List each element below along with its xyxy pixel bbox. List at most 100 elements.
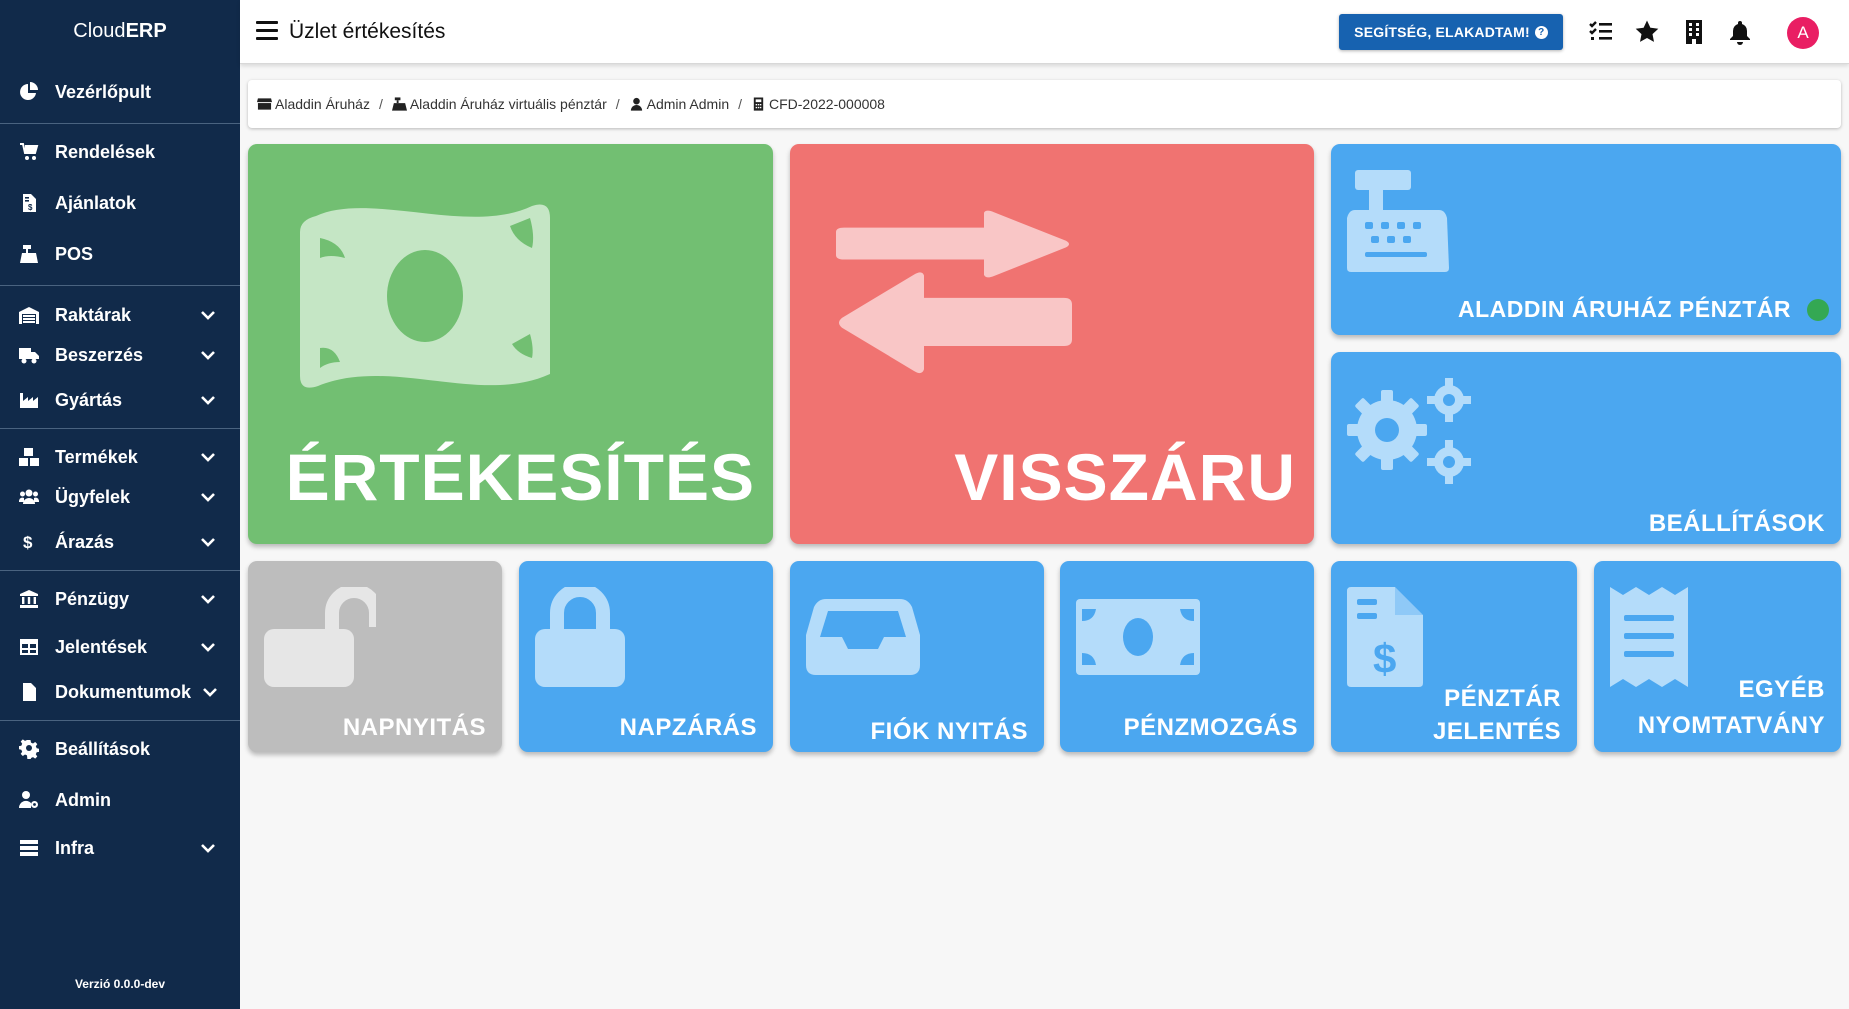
tile-other-print-label: EGYÉB NYOMTATVÁNY [1637, 676, 1825, 739]
warehouse-icon [18, 304, 40, 326]
shopping-cart-icon [18, 141, 40, 163]
chevron-down-icon [200, 307, 216, 323]
breadcrumb-item-document[interactable]: CFD-2022-000008 [751, 96, 885, 112]
tile-register-label: ALADDIN ÁRUHÁZ PÉNZTÁR [1458, 295, 1791, 322]
sidebar-item-warehouses[interactable]: Raktárak [0, 295, 240, 335]
file-icon [18, 681, 40, 703]
sidebar: Cloud ERP Vezérlőpult Rendelések $ Ajánla… [0, 0, 240, 1009]
breadcrumb: Aladdin Áruház / Aladdin Áruház virtuáli… [248, 80, 1841, 128]
user-avatar[interactable]: A [1787, 17, 1819, 49]
cogs-icon [1347, 378, 1471, 484]
tile-day-close-label: NAPZÁRÁS [619, 713, 757, 741]
status-online-indicator [1807, 299, 1829, 321]
server-icon [18, 837, 40, 859]
breadcrumb-item-store[interactable]: Aladdin Áruház [257, 96, 370, 112]
tile-other-print[interactable]: EGYÉB NYOMTATVÁNY [1594, 561, 1841, 752]
tile-day-close[interactable]: NAPZÁRÁS [519, 561, 773, 752]
sidebar-item-settings[interactable]: Beállítások [0, 729, 240, 769]
store-icon [257, 98, 272, 110]
sidebar-item-orders[interactable]: Rendelések [0, 132, 240, 172]
cash-register-icon [18, 243, 40, 265]
bank-icon [18, 588, 40, 610]
sidebar-item-quotes[interactable]: $ Ajánlatok [0, 183, 240, 223]
sidebar-item-manufacturing[interactable]: Gyártás [0, 380, 240, 420]
sidebar-divider [0, 428, 240, 429]
hamburger-menu-icon[interactable] [256, 21, 278, 41]
table-icon [18, 636, 40, 658]
tile-register-report-label: PÉNZTÁR JELENTÉS [1432, 685, 1561, 745]
building-icon[interactable] [1681, 19, 1707, 45]
breadcrumb-separator: / [738, 96, 742, 112]
app-brand[interactable]: Cloud ERP [0, 0, 240, 62]
users-icon [18, 486, 40, 508]
exchange-arrows-icon [836, 210, 1072, 374]
cash-register-icon [391, 97, 407, 111]
boxes-icon [18, 446, 40, 468]
sidebar-item-reports[interactable]: Jelentések [0, 627, 240, 667]
sidebar-item-admin[interactable]: Admin [0, 780, 240, 820]
lock-icon [535, 587, 625, 687]
invoice-icon: $ [18, 192, 40, 214]
tile-refund[interactable]: VISSZÁRU [790, 144, 1314, 544]
chevron-down-icon [200, 591, 216, 607]
svg-text:$: $ [23, 533, 33, 552]
truck-icon [18, 344, 40, 366]
tile-settings-label: BEÁLLÍTÁSOK [1648, 509, 1825, 537]
chevron-down-icon [202, 684, 218, 700]
tile-register[interactable]: ALADDIN ÁRUHÁZ PÉNZTÁR [1331, 144, 1841, 335]
tile-day-open[interactable]: NAPNYITÁS [248, 561, 502, 752]
top-bar: Üzlet értékesítés SEGÍTSÉG, ELAKADTAM! ?… [240, 0, 1849, 64]
tile-settings[interactable]: BEÁLLÍTÁSOK [1331, 352, 1841, 544]
chevron-down-icon [200, 449, 216, 465]
bell-icon[interactable] [1727, 19, 1753, 45]
tile-sale[interactable]: ÉRTÉKESÍTÉS [248, 144, 773, 544]
money-bill-wave-icon [300, 204, 550, 388]
sidebar-item-finance[interactable]: Pénzügy [0, 579, 240, 619]
chevron-down-icon [200, 639, 216, 655]
tile-drawer-open-label: FIÓK NYITÁS [870, 717, 1028, 745]
sidebar-divider [0, 720, 240, 721]
sidebar-item-dashboard[interactable]: Vezérlőpult [0, 72, 240, 112]
star-icon[interactable] [1634, 19, 1660, 45]
cash-register-icon [1347, 170, 1449, 272]
sidebar-divider [0, 285, 240, 286]
tile-cash-movement-label: PÉNZMOZGÁS [1123, 713, 1298, 741]
sidebar-item-procurement[interactable]: Beszerzés [0, 335, 240, 375]
chevron-down-icon [200, 392, 216, 408]
user-icon [630, 97, 642, 111]
svg-text:$: $ [1373, 635, 1396, 682]
sidebar-divider [0, 123, 240, 124]
tile-sale-label: ÉRTÉKESÍTÉS [285, 439, 755, 514]
question-circle-icon: ? [1534, 25, 1548, 39]
sidebar-item-customers[interactable]: Ügyfelek [0, 477, 240, 517]
gear-icon [18, 738, 40, 760]
sidebar-item-infra[interactable]: Infra [0, 828, 240, 868]
file-invoice-dollar-icon: $ [1347, 587, 1423, 687]
sidebar-item-products[interactable]: Termékek [0, 437, 240, 477]
user-cog-icon [18, 789, 40, 811]
breadcrumb-separator: / [615, 96, 620, 112]
sidebar-item-pos[interactable]: POS [0, 234, 240, 274]
chevron-down-icon [200, 840, 216, 856]
sidebar-item-pricing[interactable]: $ Árazás [0, 522, 240, 562]
breadcrumb-separator: / [378, 96, 383, 112]
tile-drawer-open[interactable]: FIÓK NYITÁS [790, 561, 1044, 752]
sidebar-item-documents[interactable]: Dokumentumok [0, 672, 240, 712]
tile-register-report[interactable]: $ PÉNZTÁR JELENTÉS [1331, 561, 1577, 752]
page-title: Üzlet értékesítés [289, 20, 446, 43]
breadcrumb-item-register[interactable]: Aladdin Áruház virtuális pénztár [391, 96, 607, 112]
tile-cash-movement[interactable]: PÉNZMOZGÁS [1060, 561, 1314, 752]
money-bill-icon [1076, 599, 1200, 675]
sidebar-divider [0, 570, 240, 571]
industry-icon [18, 389, 40, 411]
unlock-icon [264, 587, 376, 687]
dollar-icon: $ [18, 531, 40, 553]
chart-pie-icon [18, 81, 40, 103]
tasks-icon[interactable] [1588, 19, 1614, 45]
tile-refund-label: VISSZÁRU [954, 439, 1296, 514]
tile-day-open-label: NAPNYITÁS [342, 713, 486, 741]
breadcrumb-item-user[interactable]: Admin Admin [629, 96, 729, 112]
app-version: Verzió 0.0.0-dev [74, 977, 166, 991]
inbox-icon [806, 599, 920, 675]
help-button[interactable]: SEGÍTSÉG, ELAKADTAM! ? [1339, 14, 1563, 50]
